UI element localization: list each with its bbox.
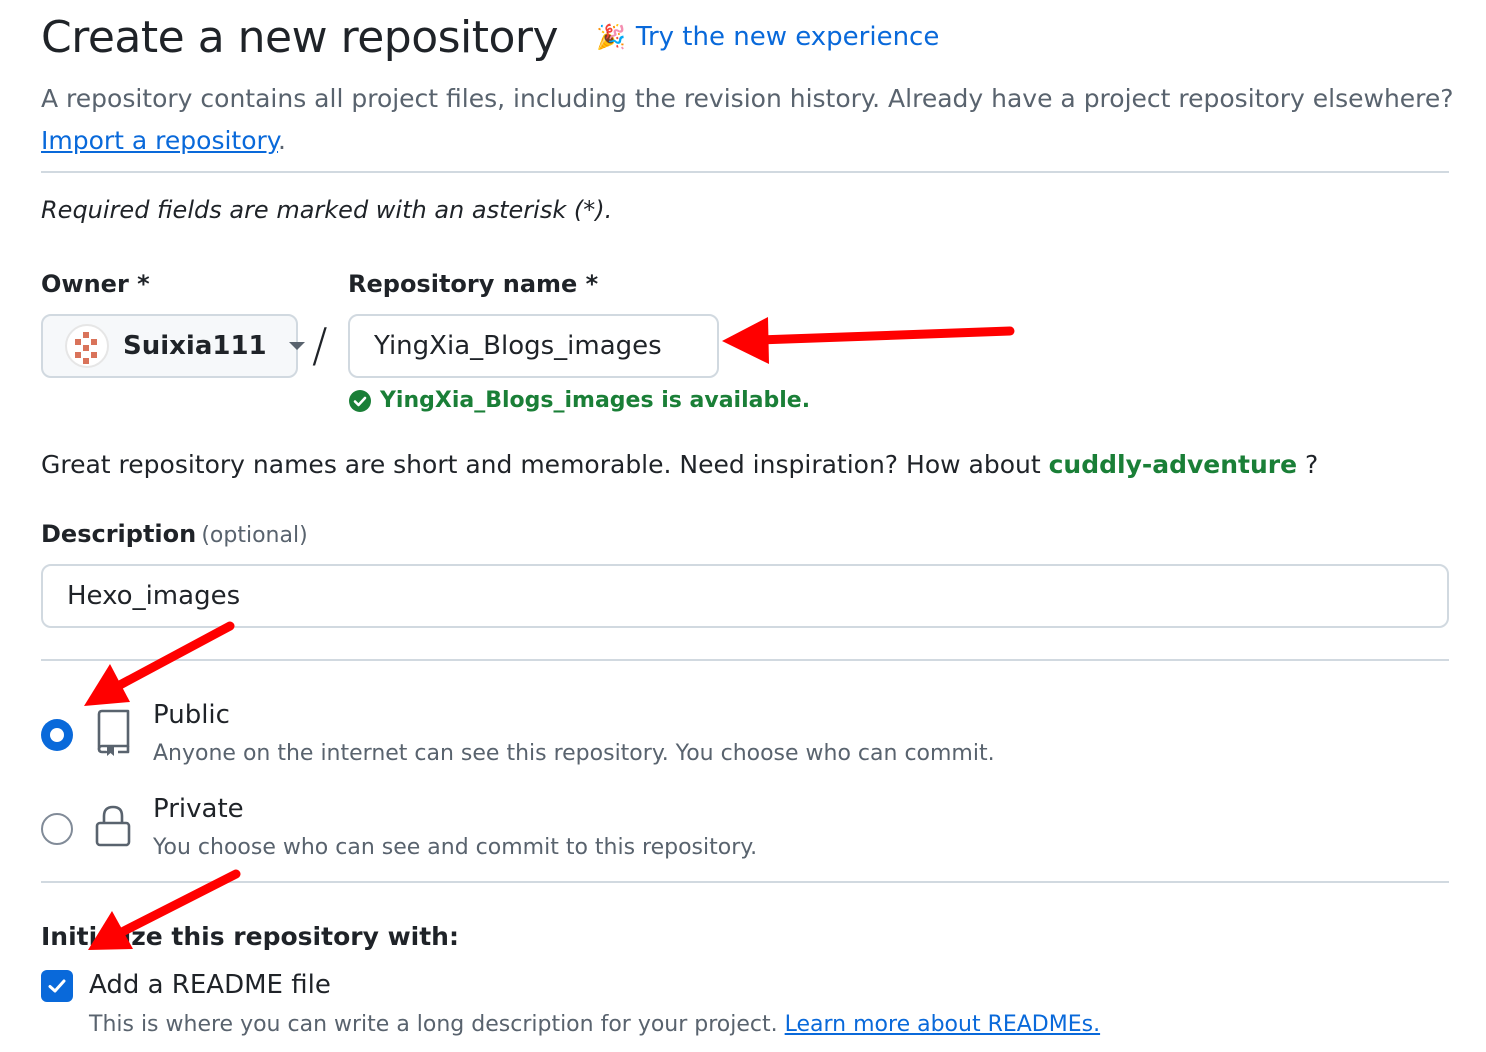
avatar: [65, 324, 109, 368]
repository-name-label: Repository name *: [348, 270, 599, 298]
readme-description-text: This is where you can write a long descr…: [89, 1012, 778, 1037]
initialize-title: Initialize this repository with:: [41, 922, 459, 951]
private-radio[interactable]: [41, 813, 73, 845]
lock-icon: [95, 805, 131, 847]
arrow-annotation-repo-name: [722, 317, 1015, 364]
description-label: Description: [41, 520, 197, 548]
owner-label: Owner *: [41, 270, 150, 298]
try-new-experience-label: Try the new experience: [635, 22, 940, 52]
triangle-down-icon: [288, 342, 305, 350]
readme-description: This is where you can write a long descr…: [89, 1012, 1100, 1037]
add-readme-checkbox[interactable]: [41, 970, 73, 1002]
repo-icon: [97, 709, 130, 756]
arrow-annotation-public: [84, 621, 235, 706]
lead-paragraph: A repository contains all project files,…: [41, 78, 1461, 162]
add-readme-label[interactable]: Add a README file: [89, 970, 331, 1000]
check-circle-icon: [349, 389, 371, 412]
suggested-name-link[interactable]: cuddly-adventure: [1049, 450, 1298, 479]
tada-icon: 🎉: [596, 23, 626, 51]
import-repository-link[interactable]: Import a repository: [41, 126, 278, 155]
public-title: Public: [153, 700, 230, 730]
page-title: Create a new repository: [41, 12, 559, 63]
name-suggestion: Great repository names are short and mem…: [41, 450, 1318, 479]
repository-name-input[interactable]: YingXia_Blogs_images: [348, 314, 719, 378]
learn-more-readmes-link[interactable]: Learn more about READMEs.: [785, 1012, 1100, 1037]
check-icon: [48, 979, 66, 993]
owner-repo-separator: /: [312, 318, 328, 372]
divider: [41, 171, 1449, 173]
availability-message: YingXia_Blogs_images is available.: [348, 388, 810, 413]
repository-name-value: YingXia_Blogs_images: [374, 331, 662, 361]
availability-text: YingXia_Blogs_images is available.: [380, 388, 811, 413]
try-new-experience-link[interactable]: 🎉 Try the new experience: [596, 22, 939, 52]
owner-select-button[interactable]: Suixia111: [41, 314, 305, 378]
private-description: You choose who can see and commit to thi…: [153, 835, 758, 860]
description-value: Hexo_images: [67, 581, 241, 611]
private-title: Private: [153, 794, 244, 824]
divider: [41, 659, 1449, 661]
public-description: Anyone on the internet can see this repo…: [153, 741, 995, 766]
suggestion-suffix: ?: [1305, 450, 1319, 479]
owner-name: Suixia111: [123, 331, 267, 361]
lead-suffix: .: [278, 126, 286, 155]
divider: [41, 881, 1449, 883]
required-fields-note: Required fields are marked with an aster…: [41, 196, 613, 224]
description-input[interactable]: Hexo_images: [41, 564, 1449, 628]
lead-text: A repository contains all project files,…: [41, 84, 1454, 113]
public-radio[interactable]: [41, 719, 73, 751]
optional-label: (optional): [201, 523, 308, 548]
description-label-row: Description (optional): [41, 520, 308, 548]
suggestion-text: Great repository names are short and mem…: [41, 450, 1041, 479]
